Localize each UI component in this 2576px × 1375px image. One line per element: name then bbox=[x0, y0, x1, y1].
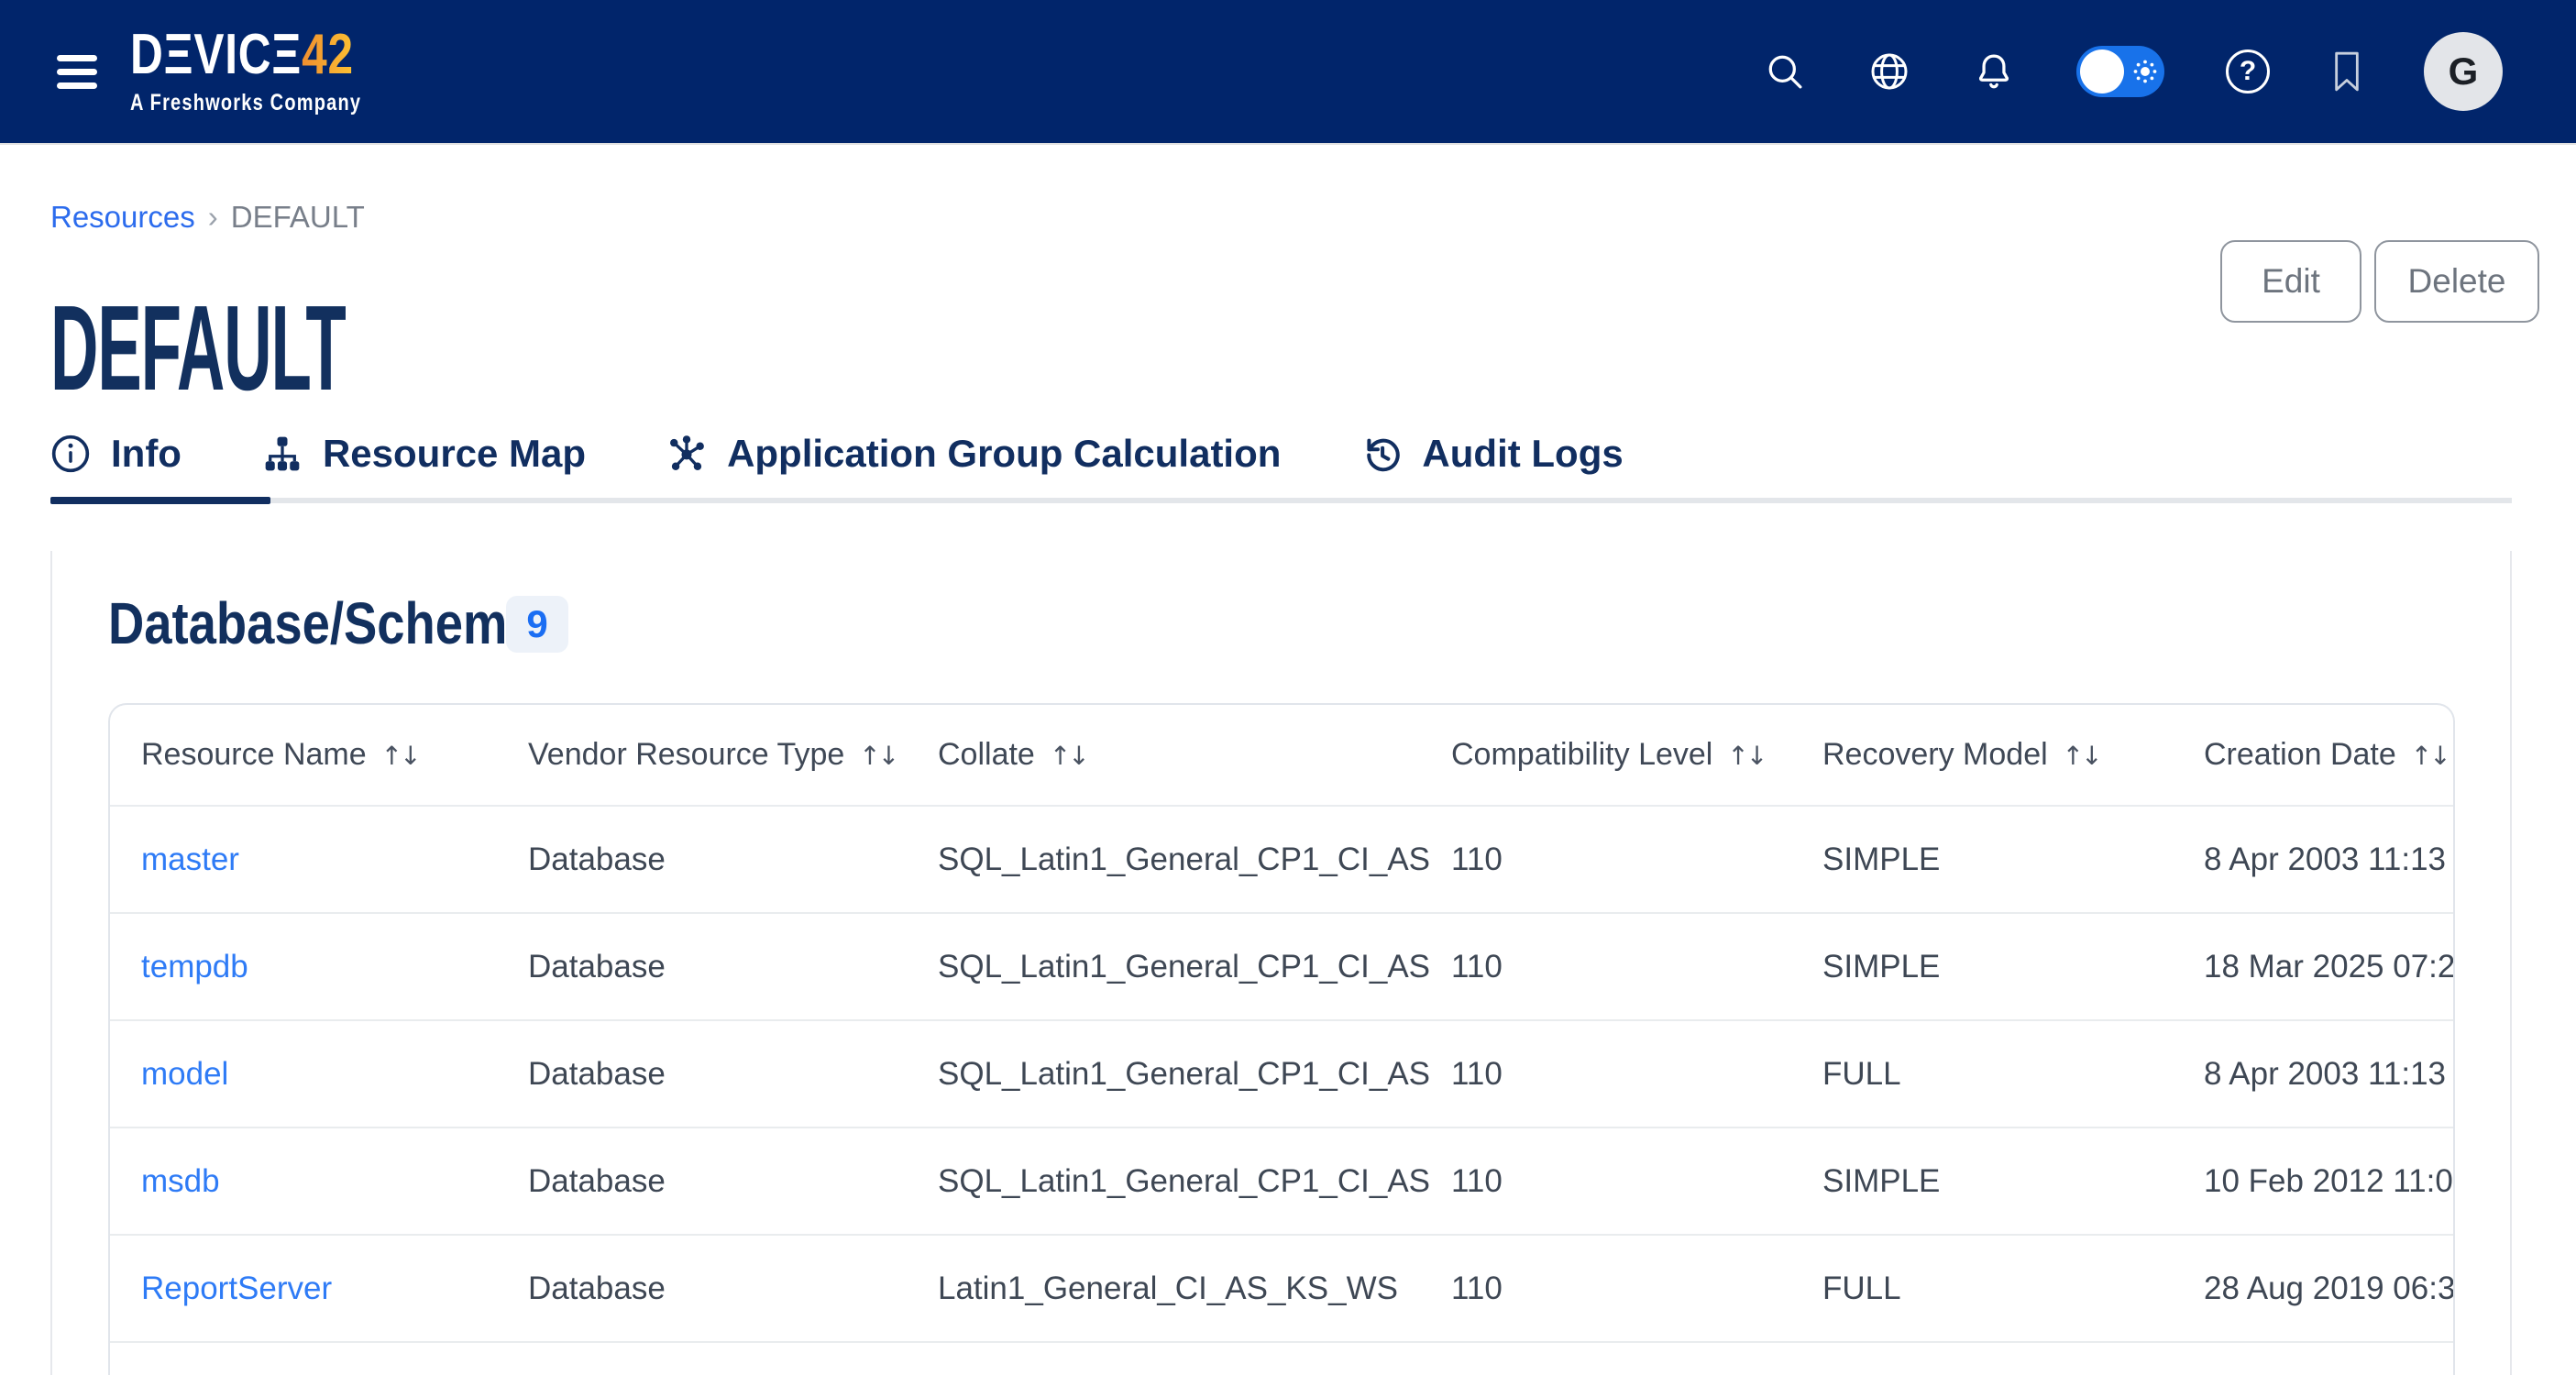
toggle-knob bbox=[2080, 50, 2124, 94]
history-icon bbox=[1361, 434, 1402, 474]
logo-tagline: A Freshworks Company bbox=[130, 90, 361, 116]
logo-accent: 42 bbox=[302, 23, 354, 86]
cell-compatibility-level: 110 bbox=[1451, 1020, 1822, 1128]
bell-icon[interactable] bbox=[1973, 50, 2015, 93]
page-actions: Edit Delete bbox=[2220, 240, 2539, 323]
cell-creation-date: 28 Aug 2019 06:33 bbox=[2204, 1235, 2453, 1342]
column-label: Vendor Resource Type bbox=[528, 737, 844, 772]
cell-collate: SQL_Latin1_General_CP1_CI_AS bbox=[938, 1128, 1451, 1235]
cell-creation-date: 18 Mar 2025 07:23 bbox=[2204, 913, 2453, 1020]
resource-name-link[interactable]: ReportServer bbox=[141, 1270, 332, 1306]
table-row: msdb Database SQL_Latin1_General_CP1_CI_… bbox=[110, 1128, 2453, 1235]
cell-recovery-model: FULL bbox=[1822, 1235, 2204, 1342]
cell-vendor-resource-type: Database bbox=[528, 1020, 938, 1128]
resource-name-link[interactable]: model bbox=[141, 1056, 228, 1092]
sun-icon bbox=[2131, 58, 2159, 85]
count-badge: 9 bbox=[506, 596, 568, 653]
sort-icon[interactable]: ↑↓ bbox=[2411, 741, 2449, 771]
cell-collate: SQL_Latin1_General_CP1_CI_AS bbox=[938, 1020, 1451, 1128]
active-tab-indicator bbox=[50, 497, 270, 504]
cell-collate: SQL_Latin1_General_CP1_CI_AS bbox=[938, 913, 1451, 1020]
breadcrumb-link-resources[interactable]: Resources bbox=[50, 200, 195, 235]
delete-button[interactable]: Delete bbox=[2374, 240, 2539, 323]
cell-creation-date: 8 Apr 2003 11:13 A bbox=[2204, 1020, 2453, 1128]
table-header-row: Resource Name ↑↓ Vendor Resource Type ↑↓ C… bbox=[110, 705, 2453, 806]
cell-recovery-model: SIMPLE bbox=[1822, 1128, 2204, 1235]
tab-audit-logs[interactable]: Audit Logs bbox=[1321, 408, 1663, 500]
cell-vendor-resource-type: Database bbox=[528, 1235, 938, 1342]
sort-icon[interactable]: ↑↓ bbox=[381, 741, 419, 771]
tab-application-group-calculation[interactable]: Application Group Calculation bbox=[626, 408, 1321, 500]
hamburger-menu-icon[interactable] bbox=[57, 50, 99, 93]
sort-icon[interactable]: ↑↓ bbox=[859, 741, 897, 771]
page-title: DEFAULT bbox=[50, 288, 346, 409]
cell-collate: Latin1_General_CI_AS_KS_WS bbox=[938, 1235, 1451, 1342]
theme-toggle[interactable] bbox=[2076, 46, 2164, 97]
column-header-vendor-resource-type[interactable]: Vendor Resource Type ↑↓ bbox=[528, 705, 938, 806]
cell-compatibility-level: 110 bbox=[1451, 1128, 1822, 1235]
cell-recovery-model: SIMPLE bbox=[1822, 806, 2204, 913]
resource-name-link[interactable]: master bbox=[141, 842, 239, 877]
column-header-compatibility-level[interactable]: Compatibility Level ↑↓ bbox=[1451, 705, 1822, 806]
cell-vendor-resource-type: Database bbox=[528, 913, 938, 1020]
resource-name-link[interactable]: tempdb bbox=[141, 949, 248, 984]
table-row: tempdb Database SQL_Latin1_General_CP1_C… bbox=[110, 913, 2453, 1020]
column-header-creation-date[interactable]: Creation Date ↑↓ bbox=[2204, 705, 2453, 806]
breadcrumb-current: DEFAULT bbox=[231, 200, 365, 235]
sort-icon[interactable]: ↑↓ bbox=[1050, 741, 1087, 771]
sitemap-icon bbox=[262, 434, 303, 474]
column-header-recovery-model[interactable]: Recovery Model ↑↓ bbox=[1822, 705, 2204, 806]
column-header-collate[interactable]: Collate ↑↓ bbox=[938, 705, 1451, 806]
section-title: Database/Schema bbox=[108, 594, 535, 653]
column-label: Creation Date bbox=[2204, 737, 2396, 772]
cell-compatibility-level: 110 bbox=[1451, 806, 1822, 913]
bookmark-icon[interactable] bbox=[2331, 50, 2362, 93]
cell-compatibility-level: 110 bbox=[1451, 1235, 1822, 1342]
table-body: master Database SQL_Latin1_General_CP1_C… bbox=[110, 806, 2453, 1342]
cell-recovery-model: FULL bbox=[1822, 1020, 2204, 1128]
sort-icon[interactable]: ↑↓ bbox=[1727, 741, 1765, 771]
cell-recovery-model: SIMPLE bbox=[1822, 913, 2204, 1020]
column-label: Collate bbox=[938, 737, 1035, 772]
breadcrumb-separator-icon: › bbox=[208, 200, 218, 235]
cell-compatibility-level: 110 bbox=[1451, 913, 1822, 1020]
avatar[interactable]: G bbox=[2424, 32, 2503, 111]
cell-vendor-resource-type: Database bbox=[528, 1128, 938, 1235]
database-schema-table: Resource Name ↑↓ Vendor Resource Type ↑↓ C… bbox=[108, 703, 2455, 1375]
tab-info[interactable]: Info bbox=[10, 408, 222, 500]
tab-label: Application Group Calculation bbox=[727, 432, 1281, 476]
device42-logo[interactable]: DΞVICΞ42 A Freshworks Company bbox=[130, 27, 361, 116]
column-label: Recovery Model bbox=[1822, 737, 2048, 772]
tab-bar: Info Resource Map Application Group Calc… bbox=[10, 408, 1664, 500]
info-icon bbox=[50, 434, 91, 474]
tab-resource-map[interactable]: Resource Map bbox=[222, 408, 626, 500]
table-row: model Database SQL_Latin1_General_CP1_CI… bbox=[110, 1020, 2453, 1128]
tab-track bbox=[50, 498, 2512, 503]
edit-button[interactable]: Edit bbox=[2220, 240, 2361, 323]
column-header-resource-name[interactable]: Resource Name ↑↓ bbox=[110, 705, 528, 806]
cell-vendor-resource-type: Database bbox=[528, 806, 938, 913]
logo-text: DΞVICΞ bbox=[130, 23, 302, 86]
breadcrumb: Resources › DEFAULT bbox=[50, 200, 365, 235]
column-label: Resource Name bbox=[141, 737, 367, 772]
cell-creation-date: 8 Apr 2003 11:13 A bbox=[2204, 806, 2453, 913]
network-icon bbox=[666, 434, 707, 474]
tab-label: Resource Map bbox=[323, 432, 586, 476]
resource-name-link[interactable]: msdb bbox=[141, 1163, 220, 1199]
tab-label: Audit Logs bbox=[1422, 432, 1623, 476]
help-icon[interactable]: ? bbox=[2226, 50, 2270, 94]
top-navbar: DΞVICΞ42 A Freshworks Company ? bbox=[0, 0, 2576, 143]
column-label: Compatibility Level bbox=[1451, 737, 1712, 772]
search-icon[interactable] bbox=[1764, 50, 1806, 93]
sort-icon[interactable]: ↑↓ bbox=[2063, 741, 2100, 771]
table-row: ReportServer Database Latin1_General_CI_… bbox=[110, 1235, 2453, 1342]
table-row: master Database SQL_Latin1_General_CP1_C… bbox=[110, 806, 2453, 913]
navbar-actions: ? G bbox=[1764, 32, 2503, 111]
cell-collate: SQL_Latin1_General_CP1_CI_AS bbox=[938, 806, 1451, 913]
tab-label: Info bbox=[111, 432, 182, 476]
cell-creation-date: 10 Feb 2012 11:02 P bbox=[2204, 1128, 2453, 1235]
globe-icon[interactable] bbox=[1867, 50, 1911, 94]
